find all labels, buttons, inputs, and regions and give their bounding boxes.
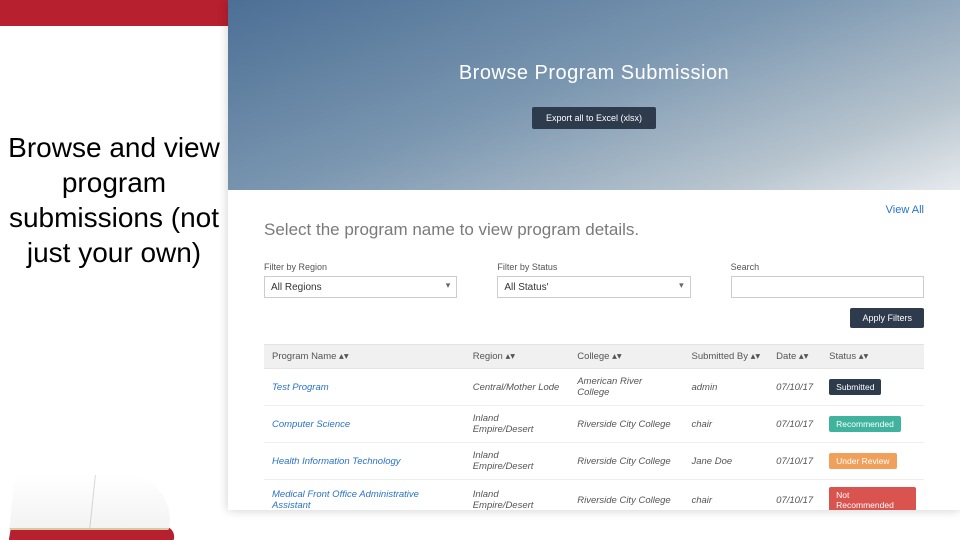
export-excel-button[interactable]: Export all to Excel (xlsx) <box>532 107 656 129</box>
filter-bar: Filter by Region All Regions Filter by S… <box>264 262 924 298</box>
view-all-link[interactable]: View All <box>886 204 924 216</box>
book-illustration <box>0 450 175 540</box>
cell-submitted-by: chair <box>683 480 768 511</box>
filter-region-select[interactable]: All Regions <box>264 276 457 298</box>
status-badge: Submitted <box>829 379 881 395</box>
col-program[interactable]: Program Name ▴▾ <box>264 345 465 369</box>
cell-region: Central/Mother Lode <box>465 369 570 406</box>
cell-date: 07/10/17 <box>768 406 821 443</box>
slide-caption: Browse and view program submissions (not… <box>0 130 228 270</box>
cell-date: 07/10/17 <box>768 443 821 480</box>
slide-accent-bar <box>0 0 228 26</box>
table-row: Test ProgramCentral/Mother LodeAmerican … <box>264 369 924 406</box>
filter-status-value: All Status' <box>504 282 548 293</box>
cell-college: American River College <box>569 369 683 406</box>
table-row: Health Information TechnologyInland Empi… <box>264 443 924 480</box>
app-screenshot: Browse Program Submission Export all to … <box>228 0 960 510</box>
filter-status-select[interactable]: All Status' <box>497 276 690 298</box>
filter-status-label: Filter by Status <box>497 262 690 272</box>
cell-college: Riverside City College <box>569 480 683 511</box>
program-link[interactable]: Health Information Technology <box>264 443 465 480</box>
apply-filters-button[interactable]: Apply Filters <box>850 308 924 328</box>
search-input[interactable] <box>731 276 924 298</box>
filter-region-label: Filter by Region <box>264 262 457 272</box>
cell-date: 07/10/17 <box>768 369 821 406</box>
cell-submitted-by: admin <box>683 369 768 406</box>
col-region[interactable]: Region ▴▾ <box>465 345 570 369</box>
page-hero: Browse Program Submission Export all to … <box>228 0 960 190</box>
cell-college: Riverside City College <box>569 406 683 443</box>
table-row: Computer ScienceInland Empire/DesertRive… <box>264 406 924 443</box>
cell-status: Submitted <box>821 369 924 406</box>
col-status[interactable]: Status ▴▾ <box>821 345 924 369</box>
cell-status: Not Recommended <box>821 480 924 511</box>
cell-submitted-by: chair <box>683 406 768 443</box>
page-title: Browse Program Submission <box>459 62 729 85</box>
page-instructions: Select the program name to view program … <box>264 220 924 240</box>
submissions-table: Program Name ▴▾ Region ▴▾ College ▴▾ Sub… <box>264 344 924 510</box>
cell-region: Inland Empire/Desert <box>465 443 570 480</box>
col-college[interactable]: College ▴▾ <box>569 345 683 369</box>
cell-submitted-by: Jane Doe <box>683 443 768 480</box>
cell-region: Inland Empire/Desert <box>465 406 570 443</box>
program-link[interactable]: Test Program <box>264 369 465 406</box>
cell-date: 07/10/17 <box>768 480 821 511</box>
program-link[interactable]: Medical Front Office Administrative Assi… <box>264 480 465 511</box>
col-date[interactable]: Date ▴▾ <box>768 345 821 369</box>
filter-region-value: All Regions <box>271 282 322 293</box>
col-submitted-by[interactable]: Submitted By ▴▾ <box>683 345 768 369</box>
status-badge: Not Recommended <box>829 487 916 510</box>
cell-status: Recommended <box>821 406 924 443</box>
cell-status: Under Review <box>821 443 924 480</box>
cell-region: Inland Empire/Desert <box>465 480 570 511</box>
status-badge: Recommended <box>829 416 901 432</box>
status-badge: Under Review <box>829 453 896 469</box>
filter-search-label: Search <box>731 262 924 272</box>
table-row: Medical Front Office Administrative Assi… <box>264 480 924 511</box>
program-link[interactable]: Computer Science <box>264 406 465 443</box>
cell-college: Riverside City College <box>569 443 683 480</box>
